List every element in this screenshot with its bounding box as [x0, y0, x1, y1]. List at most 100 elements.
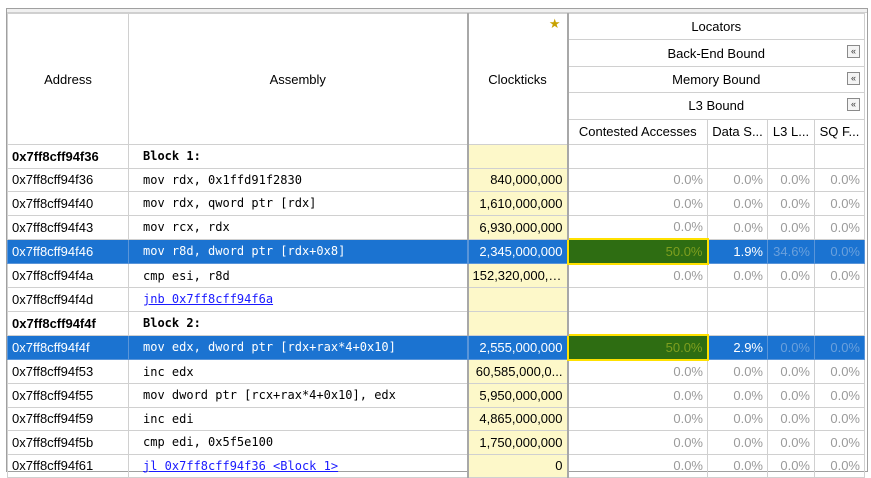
table-row[interactable]: 0x7ff8cff94f4d jnb 0x7ff8cff94f6a: [7, 287, 865, 312]
sq-full-cell: [814, 144, 865, 169]
header-contested-accesses[interactable]: Contested Accesses: [566, 118, 708, 146]
data-sharing-cell: 0.0%: [707, 191, 768, 216]
table-row[interactable]: 0x7ff8cff94f53 inc edx 60,585,000,0... 0.0%…: [7, 359, 865, 384]
l3-latency-cell: 0.0%: [767, 430, 815, 455]
assembly-cell: mov edx, dword ptr [rdx+rax*4+0x10]: [128, 334, 468, 360]
data-sharing-cell: 0.0%: [707, 453, 768, 478]
clockticks-cell: [466, 287, 568, 312]
table-row[interactable]: 0x7ff8cff94f36 mov rdx, 0x1ffd91f2830 840,…: [7, 167, 865, 192]
clockticks-cell: [466, 144, 568, 169]
address-cell: 0x7ff8cff94f46: [7, 238, 129, 264]
header-l3-latency[interactable]: L3 L...: [767, 118, 815, 146]
assembly-cell: jnb 0x7ff8cff94f6a: [128, 287, 468, 312]
block-row[interactable]: 0x7ff8cff94f4f Block 2:: [7, 310, 865, 336]
contested-accesses-cell: 0.0%: [566, 214, 708, 240]
data-sharing-cell: 0.0%: [707, 167, 768, 192]
table-row[interactable]: 0x7ff8cff94f43 mov rcx, rdx 6,930,000,000 0…: [7, 214, 865, 240]
address-cell: 0x7ff8cff94f53: [7, 359, 129, 384]
header-clockticks[interactable]: ★ Clockticks: [466, 13, 568, 145]
collapse-memory-bound-icon[interactable]: «: [847, 71, 860, 85]
address-cell: 0x7ff8cff94f36: [7, 167, 129, 192]
collapse-l3-bound-icon[interactable]: «: [847, 98, 860, 112]
address-cell: 0x7ff8cff94f40: [7, 191, 129, 216]
clockticks-cell: 840,000,000: [466, 167, 568, 192]
data-sharing-cell: 0.0%: [707, 359, 768, 384]
table-row[interactable]: 0x7ff8cff94f59 inc edi 4,865,000,000 0.0% 0.…: [7, 406, 865, 431]
clockticks-cell: 1,750,000,000: [466, 430, 568, 455]
data-sharing-cell: 2.9%: [707, 334, 768, 360]
table-row[interactable]: 0x7ff8cff94f5b cmp edi, 0x5f5e100 1,750,00…: [7, 430, 865, 455]
l3-latency-cell: [767, 144, 815, 169]
sq-full-cell: 0.0%: [814, 430, 865, 455]
clockticks-cell: 5,950,000,000: [466, 383, 568, 408]
header-locators[interactable]: Locators: [566, 12, 865, 41]
l3-latency-cell: 0.0%: [767, 359, 815, 384]
l3-latency-cell: 0.0%: [767, 263, 815, 288]
header-l3-bound[interactable]: L3 Bound «: [566, 92, 865, 120]
l3-latency-cell: 0.0%: [767, 406, 815, 431]
l3-latency-cell: 0.0%: [767, 167, 815, 192]
assembly-cell: Block 2:: [128, 310, 468, 336]
header-sq-full[interactable]: SQ F...: [814, 118, 865, 146]
address-cell: 0x7ff8cff94f61: [7, 453, 129, 478]
header-back-end-bound[interactable]: Back-End Bound «: [566, 39, 865, 67]
l3-latency-cell: 0.0%: [767, 453, 815, 478]
contested-accesses-cell: [566, 144, 708, 169]
sq-full-cell: [814, 287, 865, 312]
disassembly-grid-panel: Address Assembly ★ Clockticks Locators B…: [6, 8, 868, 478]
header-clockticks-label: Clockticks: [488, 71, 547, 87]
contested-accesses-cell: 0.0%: [566, 383, 708, 408]
l3-latency-cell: [767, 310, 815, 336]
table-row[interactable]: 0x7ff8cff94f55 mov dword ptr [rcx+rax*4+0…: [7, 383, 865, 408]
header-l3-bound-label: L3 Bound: [688, 98, 745, 114]
data-sharing-cell: [707, 287, 768, 312]
contested-accesses-cell: 50.0%: [566, 238, 709, 265]
jump-target-link[interactable]: jl 0x7ff8cff94f36 <Block 1>: [143, 459, 338, 473]
assembly-cell: mov dword ptr [rcx+rax*4+0x10], edx: [128, 383, 468, 408]
sq-full-cell: 0.0%: [814, 263, 865, 288]
l3-latency-cell: [767, 287, 815, 312]
header-address[interactable]: Address: [7, 13, 129, 145]
contested-accesses-cell: 0.0%: [566, 263, 708, 288]
assembly-cell: inc edx: [128, 359, 468, 384]
sq-full-cell: 0.0%: [814, 359, 865, 384]
data-sharing-cell: [707, 310, 768, 336]
contested-accesses-cell: 0.0%: [566, 430, 708, 455]
sq-full-cell: 0.0%: [814, 383, 865, 408]
address-cell: 0x7ff8cff94f59: [7, 406, 129, 431]
clockticks-cell: 6,930,000,000: [466, 214, 568, 240]
block-row[interactable]: 0x7ff8cff94f36 Block 1:: [7, 144, 865, 169]
address-cell: 0x7ff8cff94f4f: [7, 334, 129, 360]
jump-target-link[interactable]: jnb 0x7ff8cff94f6a: [143, 292, 273, 306]
data-sharing-cell: 0.0%: [707, 214, 768, 240]
header-memory-bound[interactable]: Memory Bound «: [566, 65, 865, 94]
assembly-cell: Block 1:: [128, 144, 468, 169]
clockticks-cell: [466, 310, 568, 336]
table-row[interactable]: 0x7ff8cff94f61 jl 0x7ff8cff94f36 <Block 1…: [7, 453, 865, 478]
sq-full-cell: 0.0%: [814, 334, 865, 360]
assembly-cell: mov rdx, qword ptr [rdx]: [128, 191, 468, 216]
sq-full-cell: 0.0%: [814, 167, 865, 192]
l3-latency-cell: 0.0%: [767, 383, 815, 408]
assembly-cell: jl 0x7ff8cff94f36 <Block 1>: [128, 453, 468, 478]
table-row[interactable]: 0x7ff8cff94f4f mov edx, dword ptr [rdx+ra…: [7, 334, 865, 361]
collapse-back-end-bound-icon[interactable]: «: [847, 45, 860, 59]
sq-full-cell: 0.0%: [814, 238, 865, 264]
data-sharing-cell: 0.0%: [707, 383, 768, 408]
address-cell: 0x7ff8cff94f43: [7, 214, 129, 240]
table-row[interactable]: 0x7ff8cff94f46 mov r8d, dword ptr [rdx+0x…: [7, 238, 865, 265]
l3-latency-cell: 0.0%: [767, 214, 815, 240]
sq-full-cell: 0.0%: [814, 453, 865, 478]
contested-accesses-cell: 0.0%: [566, 406, 708, 431]
address-cell: 0x7ff8cff94f4a: [7, 263, 129, 288]
assembly-cell: inc edi: [128, 406, 468, 431]
clockticks-cell: 60,585,000,0...: [466, 359, 568, 384]
table-row[interactable]: 0x7ff8cff94f4a cmp esi, r8d 152,320,000, .…: [7, 263, 865, 288]
assembly-cell: mov r8d, dword ptr [rdx+0x8]: [128, 238, 468, 264]
address-cell: 0x7ff8cff94f4f: [7, 310, 129, 336]
table-row[interactable]: 0x7ff8cff94f40 mov rdx, qword ptr [rdx] 1,…: [7, 191, 865, 216]
address-cell: 0x7ff8cff94f5b: [7, 430, 129, 455]
header-data-sharing[interactable]: Data S...: [707, 118, 768, 146]
contested-accesses-cell: 0.0%: [566, 359, 708, 384]
header-assembly[interactable]: Assembly: [128, 13, 468, 145]
